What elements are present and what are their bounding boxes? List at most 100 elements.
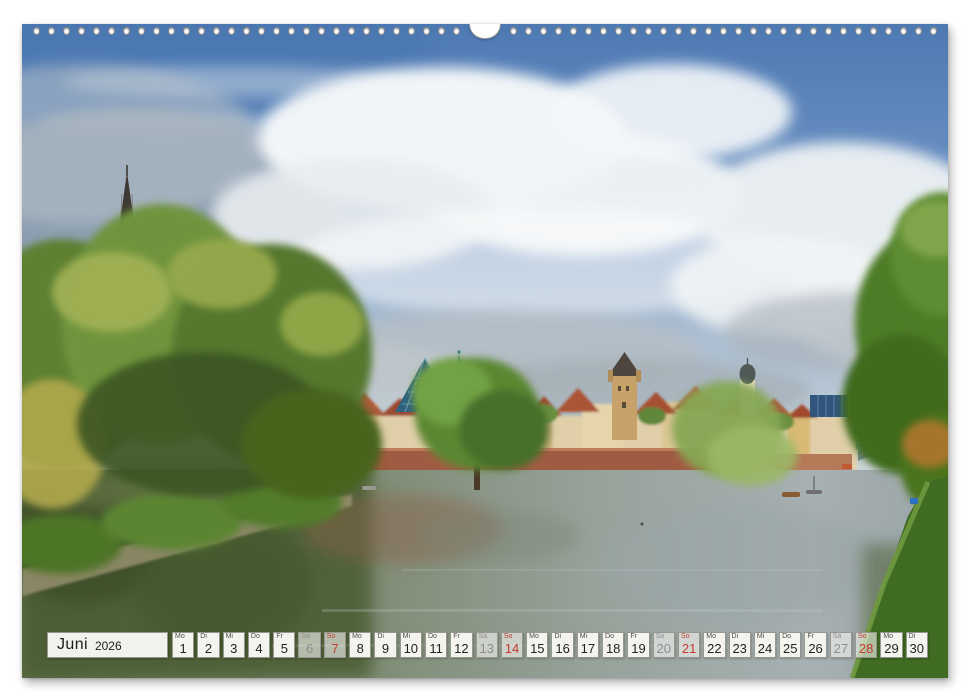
weekday-abbr: Mi: [757, 633, 764, 641]
day-cell-7: So7: [324, 632, 346, 658]
binding-hole: [675, 27, 682, 35]
weekday-abbr: So: [504, 633, 513, 641]
binding-hole: [915, 27, 922, 35]
binding-hole: [228, 27, 235, 35]
binding-hole: [168, 27, 175, 35]
binding-hole: [243, 27, 250, 35]
day-cell-8: Mo8: [349, 632, 371, 658]
day-number: 6: [299, 641, 319, 656]
day-number: 23: [730, 641, 750, 656]
binding-hole: [645, 27, 652, 35]
weekday-abbr: So: [858, 633, 867, 641]
day-cell-12: Fr12: [450, 632, 472, 658]
month-label-box: Juni 2026: [47, 632, 168, 658]
binding-hole: [273, 27, 280, 35]
day-number: 7: [325, 641, 345, 656]
day-number: 10: [401, 641, 421, 656]
weekday-abbr: Mi: [580, 633, 587, 641]
day-number: 12: [451, 641, 471, 656]
binding-hole: [630, 27, 637, 35]
binding-hole: [453, 27, 460, 35]
binding-hole: [258, 27, 265, 35]
day-cell-3: Mi3: [223, 632, 245, 658]
weekday-abbr: Mo: [529, 633, 539, 641]
day-number: 2: [198, 641, 218, 656]
binding-hole: [555, 27, 562, 35]
binding-hole: [825, 27, 832, 35]
day-number: 18: [603, 641, 623, 656]
day-number: 5: [274, 641, 294, 656]
binding-hole: [288, 27, 295, 35]
day-cells: Mo1Di2Mi3Do4Fr5Sa6So7Mo8Di9Mi10Do11Fr12S…: [172, 632, 928, 658]
day-number: 19: [628, 641, 648, 656]
day-number: 24: [755, 641, 775, 656]
weekday-abbr: Di: [732, 633, 739, 641]
day-cell-5: Fr5: [273, 632, 295, 658]
day-number: 20: [654, 641, 674, 656]
binding-hole: [840, 27, 847, 35]
day-cell-23: Di23: [729, 632, 751, 658]
weekday-abbr: Di: [377, 633, 384, 641]
day-number: 27: [831, 641, 851, 656]
binding-hole: [183, 27, 190, 35]
weekday-abbr: Fr: [630, 633, 637, 641]
binding-hole: [63, 27, 70, 35]
day-number: 14: [502, 641, 522, 656]
weekday-abbr: Mo: [706, 633, 716, 641]
ulm-danube-photo: [22, 24, 948, 678]
binding-hole: [153, 27, 160, 35]
day-cell-20: Sa20: [653, 632, 675, 658]
day-number: 17: [578, 641, 598, 656]
weekday-abbr: Do: [605, 633, 614, 641]
binding-hole: [765, 27, 772, 35]
weekday-abbr: So: [681, 633, 690, 641]
binding-holes-left: [33, 27, 460, 35]
binding-hole: [795, 27, 802, 35]
binding-hole: [885, 27, 892, 35]
day-cell-22: Mo22: [703, 632, 725, 658]
weekday-abbr: Mo: [352, 633, 362, 641]
day-number: 3: [224, 641, 244, 656]
binding-hole: [780, 27, 787, 35]
binding-hole: [93, 27, 100, 35]
day-cell-19: Fr19: [627, 632, 649, 658]
binding-hole: [720, 27, 727, 35]
binding-hole: [78, 27, 85, 35]
weekday-abbr: Di: [909, 633, 916, 641]
binding-hole: [33, 27, 40, 35]
day-cell-9: Di9: [374, 632, 396, 658]
binding-hole: [660, 27, 667, 35]
day-cell-28: So28: [855, 632, 877, 658]
day-number: 15: [527, 641, 547, 656]
binding-hole: [615, 27, 622, 35]
day-cell-26: Fr26: [804, 632, 826, 658]
weekday-abbr: Do: [428, 633, 437, 641]
day-cell-2: Di2: [197, 632, 219, 658]
binding-hole: [870, 27, 877, 35]
binding-hole: [48, 27, 55, 35]
weekday-abbr: Fr: [807, 633, 814, 641]
binding-hole: [408, 27, 415, 35]
binding-hole: [108, 27, 115, 35]
binding-hole: [540, 27, 547, 35]
day-number: 11: [426, 641, 446, 656]
weekday-abbr: Sa: [301, 633, 310, 641]
calendar-strip: Juni 2026 Mo1Di2Mi3Do4Fr5Sa6So7Mo8Di9Mi1…: [47, 632, 928, 658]
day-cell-30: Di30: [906, 632, 928, 658]
weekday-abbr: Sa: [656, 633, 665, 641]
binding-hole: [705, 27, 712, 35]
binding-hole: [138, 27, 145, 35]
binding-hole: [123, 27, 130, 35]
day-cell-21: So21: [678, 632, 700, 658]
weekday-abbr: Mo: [883, 633, 893, 641]
day-number: 1: [173, 641, 193, 656]
day-cell-29: Mo29: [880, 632, 902, 658]
year-label: 2026: [95, 637, 122, 653]
calendar-product-image: Juni 2026 Mo1Di2Mi3Do4Fr5Sa6So7Mo8Di9Mi1…: [0, 0, 971, 700]
day-cell-17: Mi17: [577, 632, 599, 658]
binding-hole: [900, 27, 907, 35]
binding-hole: [735, 27, 742, 35]
day-number: 30: [907, 641, 927, 656]
binding-hole: [438, 27, 445, 35]
weekday-abbr: Fr: [453, 633, 460, 641]
